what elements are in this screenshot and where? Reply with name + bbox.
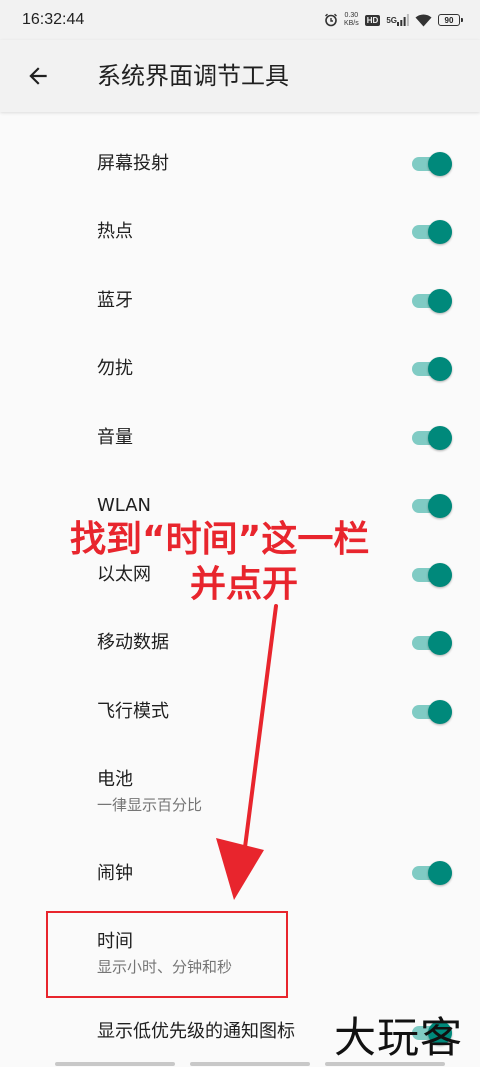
annotation-highlight-box bbox=[46, 911, 288, 998]
settings-screen: 16:32:44 0.30 KB/s HD 5G 90 系统界面调节工具 屏幕投… bbox=[0, 0, 480, 1067]
bottom-divider bbox=[325, 1062, 445, 1066]
bottom-divider bbox=[55, 1062, 175, 1066]
watermark-logo: 大玩客 bbox=[334, 1013, 464, 1062]
annotation-arrow bbox=[216, 604, 278, 900]
bottom-divider bbox=[190, 1062, 310, 1066]
